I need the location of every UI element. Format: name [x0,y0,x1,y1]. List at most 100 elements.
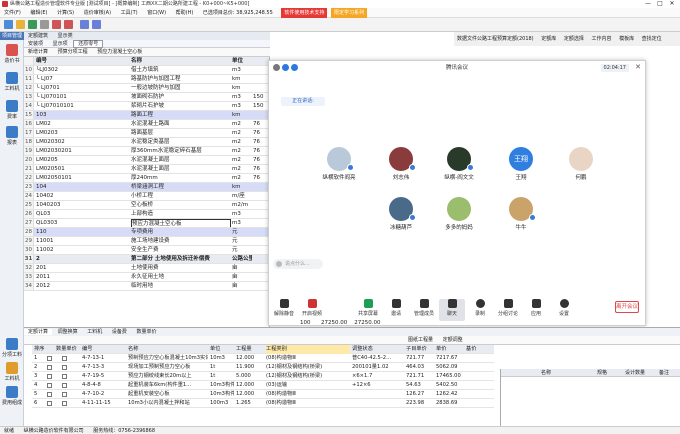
undo-icon[interactable] [52,20,61,29]
row-checkbox[interactable] [47,356,52,361]
quota-lib-select[interactable]: 数据文件公路工程预算定额(2018) [454,36,537,42]
close-window-button[interactable]: ✕ [666,0,678,8]
apps-button[interactable]: 应用 [523,299,549,317]
participant-tile[interactable]: 王翔 王翔 [501,147,541,181]
video-button[interactable]: 开启视频 [299,299,325,317]
open-icon[interactable] [16,20,25,29]
quota-row[interactable]: 5 4-7-10-2 起重机安装空心板 10m3构件 12.000 (08)构造物Ⅲ 126… [32,390,494,399]
save-icon[interactable] [28,20,37,29]
menu-tools[interactable]: 工具(T) [117,8,142,18]
tree-row[interactable]: 27 QL0303 预应力混凝土空心板 m3 [24,219,269,228]
row-checkbox[interactable] [62,356,67,361]
participant-tile[interactable]: 刘志伟 [381,147,421,181]
tree-row[interactable]: 31 2 第二部分 土地使用及拆迁补偿费 公路公里 [24,255,269,264]
tree-row[interactable]: 22 LM02050101 厚240mm m2 76 [24,174,269,183]
tree-row[interactable]: 33 2011 永久征用土地亩 [24,273,269,282]
participant-tile[interactable]: 冰糖葫芦 [381,197,421,231]
tree-row[interactable]: 29 11001 施工场地建设费元 [24,237,269,246]
menu-calc[interactable]: 计算(S) [53,8,78,18]
leave-meeting-button[interactable]: 离开会议 [615,301,639,313]
tab-work-content[interactable]: 工作内容 [588,36,614,42]
tree-row[interactable]: 11 └ LJ07 路基防护与加固工程 km [24,75,269,84]
tree-row[interactable]: 20 LM0205 水泥混凝土面层 m2 76 [24,156,269,165]
tab-quota[interactable]: 定额建筑 [24,33,52,39]
row-checkbox[interactable] [47,392,52,397]
tree-row[interactable]: 28 110 专项费用元 [24,228,269,237]
nav-labor2[interactable]: 工料机 [1,362,23,382]
record-button[interactable]: 录制 [467,299,493,317]
new-calc-button[interactable]: 新增计算 [24,49,52,55]
support-badge[interactable]: 软件使用技术支持 [281,8,328,18]
maximize-button[interactable]: □ [654,0,666,8]
unmute-button[interactable]: 解除静音 [271,299,297,317]
tree-row[interactable]: 15 103 路面工程 km [24,111,269,120]
report-icon[interactable] [92,20,101,29]
subtab-restore[interactable]: 还原零号 [73,40,104,48]
subtab-show[interactable]: 显示项 [49,41,72,47]
tree-row[interactable]: 34 2012 临时用地亩 [24,282,269,291]
tree-row[interactable]: 13 └ LJ070101 坡面砌石防护 m3 150 [24,93,269,102]
learning-badge[interactable]: 限定学习系列 [330,8,367,18]
nav-rates[interactable]: 费率 [1,100,23,120]
tree-row[interactable]: 23 104 桥梁涵洞工程 km [24,183,269,192]
tab-labor[interactable]: 工料机 [83,329,106,335]
project-management-tab[interactable]: 项目管理 [0,32,24,40]
tree-row[interactable]: 30 11002 安全生产费元 [24,246,269,255]
tree-row[interactable]: 19 LM02030201 厚360mm水泥稳定碎石基层 m2 76 [24,147,269,156]
share-screen-button[interactable]: 共享屏幕 [355,299,381,317]
quota-row[interactable]: 4 4-8-4-8 起重机装车6km(构件重1… 10m3构件 12.000 (03)运输… [32,381,494,390]
participant-tile[interactable]: 多多的妈妈 [439,197,479,231]
participant-tile[interactable]: 何鹏 [561,147,601,181]
meeting-close-icon[interactable]: ✕ [635,63,641,71]
tree-row[interactable]: 24 10402 小桥工程 m/座 [24,192,269,201]
participant-tile[interactable]: 纵横-阎文文 [439,147,479,181]
tree-row[interactable]: 18 LM020302 水泥稳定类基层 m2 76 [24,138,269,147]
nav-labor-material[interactable]: 工料机 [1,72,23,92]
nav-cost-book[interactable]: 造价书 [1,44,23,64]
settings-button[interactable]: 设置 [551,299,577,317]
row-checkbox[interactable] [62,365,67,370]
tree-row[interactable]: 17 LM0203 路面基层 m2 76 [24,129,269,138]
minimize-button[interactable]: — [642,0,654,8]
quota-row[interactable]: 3 4-7-19-5 预应力钢绞线束长20m以上 1t 5.000 (12)钢材及钢结构(… [32,372,494,381]
subtab-install[interactable]: 安装项 [24,41,47,47]
tab-find[interactable]: 查找定位 [639,36,665,42]
nav-reports[interactable]: 报表 [1,126,23,146]
invite-button[interactable]: 邀请 [383,299,409,317]
tab-template-lib[interactable]: 模板库 [616,36,637,42]
print-icon[interactable] [40,20,49,29]
menu-help[interactable]: 帮助(H) [172,8,198,18]
row-checkbox[interactable] [62,392,67,397]
tree-row[interactable]: 21 LM020501 水泥混凝土面层 m2 76 [24,165,269,174]
tree-row[interactable]: 16 LM02 水泥混凝土路面 m2 76 [24,120,269,129]
breakout-button[interactable]: 分组讨论 [495,299,521,317]
quota-adjust-button[interactable]: 定额调整 [439,337,467,343]
calc-icon[interactable] [80,20,89,29]
drawing-qty-button[interactable]: 图纸工程量 [404,337,437,343]
tree-row[interactable]: 14 └ LJ07010101 浆砌片石护坡 m3 150 [24,102,269,111]
quota-row[interactable]: 2 4-7-13-3 现场加工预制预应力空心板 1t 11.900 (12)钢材及钢结构(… [32,363,494,372]
tree-row[interactable]: 32 201 土地使用费亩 [24,264,269,273]
members-button[interactable]: 管理成员 [411,299,437,317]
tab-quota-select[interactable]: 定额选择 [561,36,587,42]
tab-adjust[interactable]: 调整换算 [54,329,82,335]
quota-row[interactable]: 1 4-7-13-1 预制预应力空心板混凝土10m3实体 10m3 12.000 (08)… [32,354,494,363]
tree-row[interactable]: 12 └ LJ0701 一般边坡防护与加固 km [24,84,269,93]
tree-row[interactable]: 25 1040203 空心板桥 m2/m [24,201,269,210]
budget-item-button[interactable]: 预算分项工程 [54,49,92,55]
tree-row[interactable]: 26 QL03 上部构造 m3 [24,210,269,219]
menu-edit[interactable]: 编辑(E) [26,8,51,18]
participant-tile[interactable]: 牛牛 [501,197,541,231]
tab-quota-lib[interactable]: 定额库 [538,36,559,42]
tab-equipment[interactable]: 设备费 [108,329,131,335]
row-checkbox[interactable] [62,383,67,388]
tab-display[interactable]: 显示类 [54,33,77,39]
nav-fee-composition[interactable]: 费用组成 [1,386,23,406]
row-checkbox[interactable] [47,365,52,370]
tree-row[interactable]: 10 └LJ0302 借土方填筑 m3 [24,66,269,75]
row-checkbox[interactable] [47,383,52,388]
row-checkbox[interactable] [62,374,67,379]
chat-button[interactable]: 聊天 [439,299,465,321]
tab-quota-calc[interactable]: 定额计算 [24,329,53,335]
row-checkbox[interactable] [47,374,52,379]
